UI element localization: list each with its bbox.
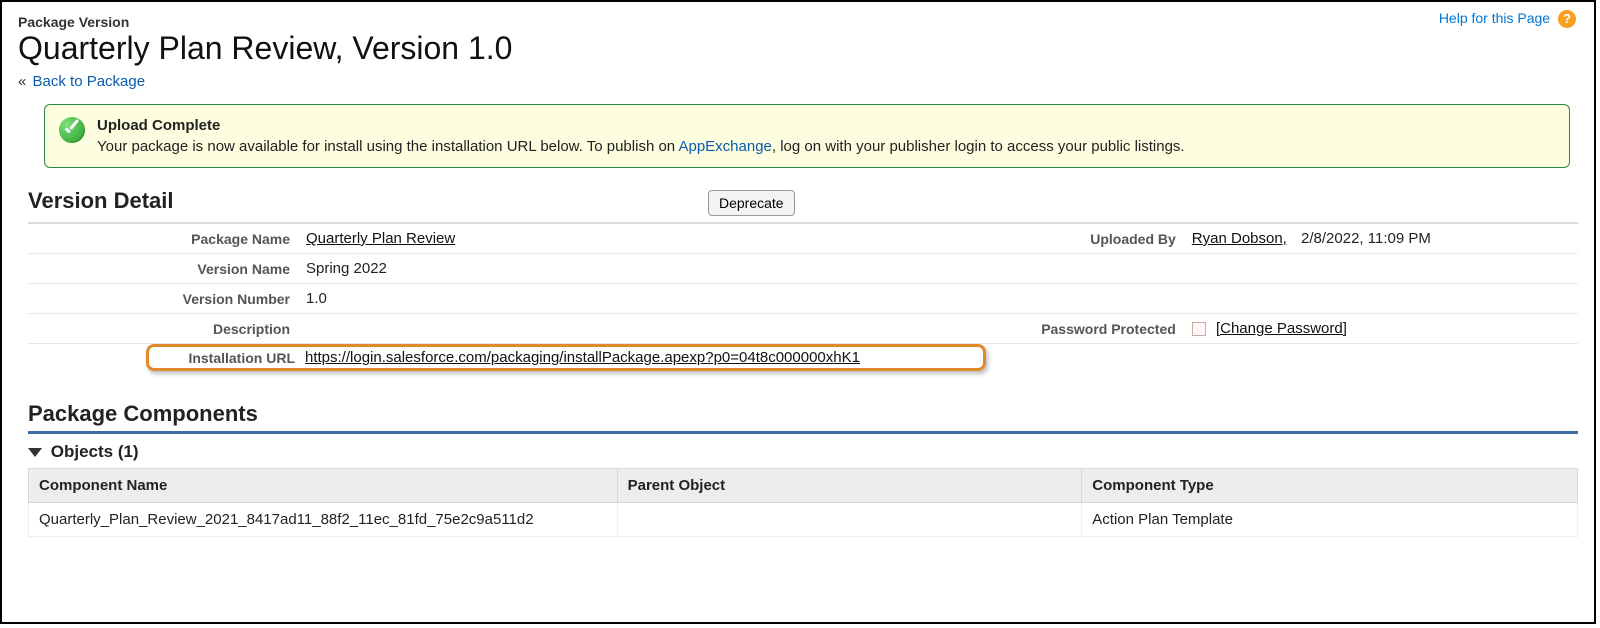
description-value xyxy=(298,314,986,344)
password-protected-label: Password Protected xyxy=(986,314,1184,344)
table-row: Quarterly_Plan_Review_2021_8417ad11_88f2… xyxy=(29,503,1578,537)
help-link[interactable]: Help for this Page ? xyxy=(1439,10,1576,28)
version-number-value: 1.0 xyxy=(298,284,986,314)
objects-heading-label: Objects (1) xyxy=(51,442,139,461)
uploaded-by-name[interactable]: Ryan Dobson, xyxy=(1192,230,1287,247)
objects-heading[interactable]: Objects (1) xyxy=(28,442,1578,462)
alert-title: Upload Complete xyxy=(97,115,1185,136)
change-password-link[interactable]: [Change Password] xyxy=(1216,320,1347,337)
description-label: Description xyxy=(28,314,298,344)
back-chevron-icon: « xyxy=(18,73,26,90)
component-name-cell: Quarterly_Plan_Review_2021_8417ad11_88f2… xyxy=(29,503,618,537)
col-parent-object: Parent Object xyxy=(617,469,1082,503)
help-link-text[interactable]: Help for this Page xyxy=(1439,10,1550,26)
package-name-value[interactable]: Quarterly Plan Review xyxy=(306,230,455,247)
upload-complete-alert: Upload Complete Your package is now avai… xyxy=(44,104,1570,168)
uploaded-by-label: Uploaded By xyxy=(986,223,1184,254)
password-protected-checkbox[interactable] xyxy=(1192,322,1206,336)
version-detail-table: Package Name Quarterly Plan Review Uploa… xyxy=(28,222,1578,371)
col-component-type: Component Type xyxy=(1082,469,1578,503)
page-title: Quarterly Plan Review, Version 1.0 xyxy=(18,30,1578,67)
component-type-cell: Action Plan Template xyxy=(1082,503,1578,537)
collapse-triangle-icon[interactable] xyxy=(28,448,42,457)
success-check-icon xyxy=(59,117,85,143)
appexchange-link[interactable]: AppExchange xyxy=(678,138,771,155)
version-name-label: Version Name xyxy=(28,254,298,284)
back-to-package-link[interactable]: Back to Package xyxy=(33,73,146,90)
uploaded-by-date: 2/8/2022, 11:09 PM xyxy=(1301,230,1431,247)
help-icon[interactable]: ? xyxy=(1558,10,1576,28)
col-component-name: Component Name xyxy=(29,469,618,503)
installation-url-value[interactable]: https://login.salesforce.com/packaging/i… xyxy=(305,349,860,366)
installation-url-label: Installation URL xyxy=(155,350,305,366)
version-number-label: Version Number xyxy=(28,284,298,314)
alert-body-after: , log on with your publisher login to ac… xyxy=(772,138,1185,155)
components-table: Component Name Parent Object Component T… xyxy=(28,468,1578,537)
version-name-value: Spring 2022 xyxy=(298,254,986,284)
package-name-label: Package Name xyxy=(28,223,298,254)
version-detail-heading: Version Detail xyxy=(28,188,508,214)
alert-body-before: Your package is now available for instal… xyxy=(97,138,678,155)
package-components-heading: Package Components xyxy=(28,401,1578,434)
parent-object-cell xyxy=(617,503,1082,537)
breadcrumb: « Back to Package xyxy=(18,73,1578,90)
deprecate-button[interactable]: Deprecate xyxy=(708,190,795,216)
page-eyebrow: Package Version xyxy=(18,14,1578,30)
